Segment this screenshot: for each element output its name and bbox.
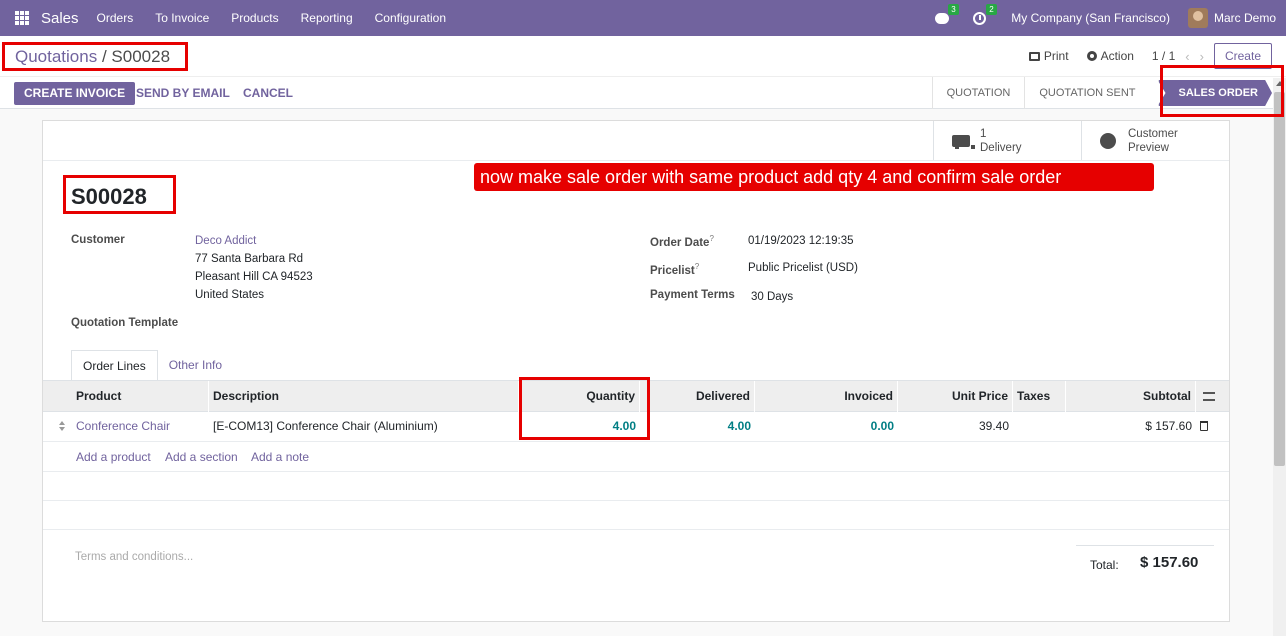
status-quotation[interactable]: QUOTATION [931, 77, 1025, 109]
payment-terms-label: Payment Terms [650, 289, 735, 301]
action-button[interactable]: Action [1086, 49, 1134, 63]
pager-value[interactable]: 1 / 1 [1152, 49, 1175, 63]
menu-reporting[interactable]: Reporting [301, 11, 353, 25]
control-panel: Quotations / S00028 Print Action 1 / 1 ‹… [0, 36, 1286, 109]
col-delivered[interactable]: Delivered [640, 381, 755, 412]
row-description[interactable]: [E-COM13] Conference Chair (Aluminium) [213, 412, 519, 441]
col-description[interactable]: Description [209, 381, 519, 412]
trash-icon[interactable] [1200, 421, 1208, 431]
top-navbar: Sales Orders To Invoice Products Reporti… [0, 0, 1286, 36]
menu-orders[interactable]: Orders [97, 11, 134, 25]
highlight-sales-order-status [1160, 65, 1284, 117]
chat-icon [935, 13, 950, 24]
add-note-link[interactable]: Add a note [251, 442, 309, 472]
row-invoiced[interactable]: 0.00 [781, 412, 898, 441]
row-taxes[interactable] [1017, 412, 1066, 441]
menu-to-invoice[interactable]: To Invoice [155, 11, 209, 25]
customer-link[interactable]: Deco Addict [195, 232, 313, 250]
optional-columns-icon[interactable] [1203, 392, 1215, 401]
highlight-order-name [63, 175, 176, 214]
annotation-note: now make sale order with same product ad… [474, 163, 1154, 191]
address-line1: 77 Santa Barbara Rd [195, 253, 304, 265]
drag-handle-icon[interactable] [59, 421, 65, 431]
truck-icon [952, 134, 975, 149]
button-box-divider [43, 160, 1229, 161]
row-product[interactable]: Conference Chair [76, 412, 209, 441]
total-label: Total: [1090, 558, 1119, 572]
messages-badge: 3 [948, 4, 959, 15]
customer-field: Deco Addict 77 Santa Barbara Rd Pleasant… [195, 232, 313, 304]
terms-field[interactable]: Terms and conditions... [75, 551, 193, 563]
total-summary: Total: $ 157.60 [1076, 545, 1214, 572]
smart-button-box: 1 Delivery Customer Preview [933, 121, 1229, 160]
main-menu: Orders To Invoice Products Reporting Con… [97, 11, 469, 25]
form-sheet: 1 Delivery Customer Preview S00028 Custo… [42, 120, 1230, 622]
pricelist-field[interactable]: Public Pricelist (USD) [748, 259, 858, 277]
preview-line2: Preview [1128, 141, 1169, 154]
apps-menu-icon[interactable] [15, 11, 29, 25]
printer-icon [1028, 51, 1040, 61]
empty-row [43, 472, 1229, 501]
total-value: $ 157.60 [1140, 554, 1199, 571]
send-by-email-button[interactable]: SEND BY EMAIL [136, 82, 230, 105]
clock-icon [973, 12, 987, 25]
create-invoice-button[interactable]: CREATE INVOICE [14, 82, 136, 105]
systray: 3 2 My Company (San Francisco) Marc Demo [935, 0, 1286, 36]
col-unit-price[interactable]: Unit Price [898, 381, 1013, 412]
company-switcher[interactable]: My Company (San Francisco) [1011, 11, 1170, 25]
globe-icon [1100, 132, 1116, 149]
address-line3: United States [195, 289, 265, 301]
row-subtotal: $ 157.60 [1145, 419, 1192, 433]
highlight-breadcrumb [2, 42, 188, 71]
empty-row [43, 501, 1229, 530]
col-taxes[interactable]: Taxes [1013, 381, 1066, 412]
tab-order-lines[interactable]: Order Lines [71, 350, 158, 381]
delivery-count: 1 [980, 127, 987, 140]
notebook-tabs: Order Lines Other Info [71, 350, 233, 381]
pricelist-label: Pricelist? [650, 262, 700, 277]
cancel-button[interactable]: CANCEL [243, 82, 293, 105]
tab-other-info[interactable]: Other Info [158, 350, 233, 381]
order-date-field[interactable]: 01/19/2023 12:19:35 [748, 232, 854, 250]
activity-menu[interactable]: 2 [973, 4, 997, 26]
gear-icon [1086, 51, 1097, 61]
delivery-label: Delivery [980, 141, 1022, 154]
payment-terms-field[interactable]: 30 Days [751, 288, 793, 306]
print-button[interactable]: Print [1028, 49, 1069, 63]
add-product-link[interactable]: Add a product [76, 442, 151, 472]
address-line2: Pleasant Hill CA 94523 [195, 271, 313, 283]
action-label: Action [1100, 49, 1134, 63]
customer-label: Customer [71, 234, 125, 246]
pager-next-icon[interactable]: › [1200, 49, 1204, 64]
row-unit-price[interactable]: 39.40 [898, 412, 1013, 441]
col-product[interactable]: Product [71, 381, 209, 412]
activities-badge: 2 [986, 4, 997, 15]
preview-line1: Customer [1128, 127, 1178, 140]
scrollbar-thumb[interactable] [1274, 92, 1285, 466]
order-date-help-icon[interactable]: ? [709, 234, 713, 243]
delivery-smart-button[interactable]: 1 Delivery [933, 121, 1081, 160]
menu-configuration[interactable]: Configuration [375, 11, 446, 25]
quotation-template-label: Quotation Template [71, 317, 179, 329]
col-invoiced[interactable]: Invoiced [781, 381, 898, 412]
status-quotation-sent[interactable]: QUOTATION SENT [1024, 77, 1149, 109]
row-delivered[interactable]: 4.00 [640, 412, 755, 441]
app-brand[interactable]: Sales [41, 10, 79, 27]
pager-previous-icon[interactable]: ‹ [1185, 49, 1189, 64]
customer-preview-button[interactable]: Customer Preview [1081, 121, 1229, 160]
pricelist-help-icon[interactable]: ? [695, 262, 699, 271]
order-date-label: Order Date? [650, 234, 714, 249]
highlight-quantity [519, 377, 650, 440]
user-menu[interactable]: Marc Demo [1214, 11, 1276, 25]
add-lines-row: Add a product Add a section Add a note [43, 442, 1229, 472]
user-avatar[interactable] [1187, 8, 1208, 28]
form-action-bar: CREATE INVOICE SEND BY EMAIL CANCEL QUOT… [0, 76, 1286, 109]
print-label: Print [1043, 49, 1069, 63]
messaging-menu[interactable]: 3 [935, 4, 959, 26]
col-subtotal[interactable]: Subtotal [1066, 381, 1196, 412]
menu-products[interactable]: Products [231, 11, 278, 25]
add-section-link[interactable]: Add a section [165, 442, 238, 472]
